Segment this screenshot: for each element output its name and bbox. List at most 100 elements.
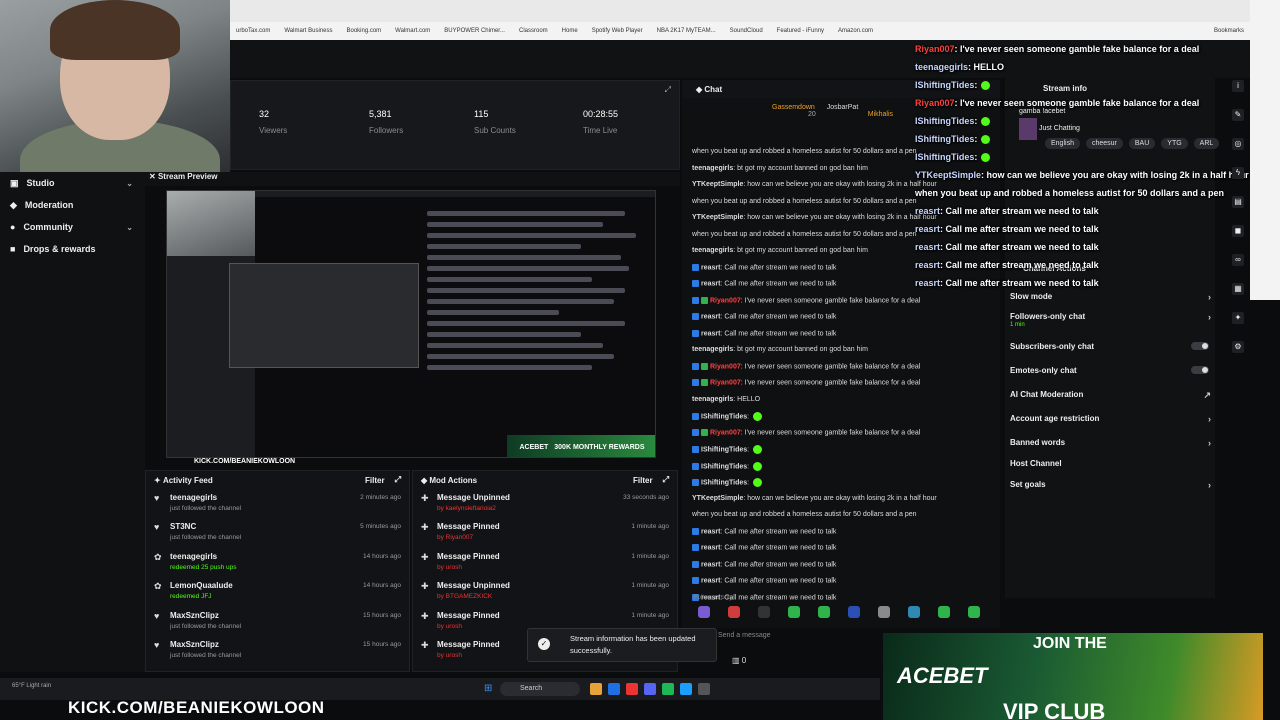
chat-message[interactable]: IShiftingTides:	[692, 445, 763, 454]
activity-row[interactable]: ♥ teenagegirls just followed the channel 2 …	[146, 489, 409, 518]
chat-message[interactable]: IShiftingTides:	[692, 478, 763, 487]
wrench-icon[interactable]: ✦	[1232, 312, 1244, 324]
bookmark-item[interactable]: Booking.com	[346, 28, 381, 34]
collapse-icon[interactable]: ✕	[149, 172, 158, 181]
chat-message[interactable]: IShiftingTides:	[692, 412, 763, 421]
chat-username[interactable]: IShiftingTides	[701, 479, 747, 486]
steam-icon[interactable]	[680, 683, 692, 695]
bookmark-item[interactable]: urboTax.com	[236, 28, 270, 34]
chat-message[interactable]: reasrt: Call me after stream we need to …	[692, 313, 836, 320]
chat-username[interactable]: reasrt	[701, 280, 720, 287]
bookmark-item[interactable]: Walmart.com	[395, 28, 430, 34]
chat-username[interactable]: IShiftingTides	[701, 413, 747, 420]
channel-points[interactable]: ▥ 0	[732, 656, 746, 665]
chat-username[interactable]: reasrt	[701, 528, 720, 535]
chat-username[interactable]: IShiftingTides	[701, 446, 747, 453]
filter-button[interactable]: Filter	[633, 476, 653, 485]
activity-row[interactable]: ♥ MaxSznClipz just followed the channel 15 …	[146, 607, 409, 636]
chat-message[interactable]: teenagegirls: bt got my account banned o…	[692, 346, 868, 353]
chat-message[interactable]: reasrt: Call me after stream we need to …	[692, 527, 836, 535]
mod-action-row[interactable]: ✚ Message Pinned by urosh 1 minute ago	[413, 548, 677, 577]
folder-icon[interactable]	[590, 683, 602, 695]
bookmark-item[interactable]: Classroom	[519, 28, 548, 34]
bookmark-item[interactable]: Amazon.com	[838, 28, 873, 34]
expand-icon[interactable]: ⤢	[665, 85, 671, 95]
chat-message[interactable]: teenagegirls: bt got my account banned o…	[692, 247, 868, 254]
spotify-icon[interactable]	[662, 683, 674, 695]
chat-message[interactable]: Riyan007: I've never seen someone gamble…	[692, 428, 920, 436]
chat-message[interactable]: when you beat up and robbed a homeless a…	[692, 198, 917, 205]
chat-username[interactable]: YTKeeptSimple	[692, 214, 743, 221]
expand-icon[interactable]: ⤢	[395, 475, 401, 485]
activity-row[interactable]: ♥ ST3NC just followed the channel 5 minutes…	[146, 518, 409, 547]
filter-button[interactable]: Filter	[365, 476, 385, 485]
chat-message[interactable]: Riyan007: I've never seen someone gamble…	[692, 296, 920, 304]
expand-icon[interactable]: ⤢	[663, 475, 669, 485]
mod-action-row[interactable]: ✚ Message Pinned by Riyan007 1 minute ago	[413, 518, 677, 547]
bookmarks-folder[interactable]: Bookmarks	[1214, 28, 1244, 34]
chat-message[interactable]: reasrt: Call me after stream we need to …	[692, 577, 836, 584]
channel-action-ai-chat-moderation[interactable]: AI Chat Moderation ↗	[1010, 390, 1215, 400]
link-icon[interactable]: ∞	[1232, 254, 1244, 266]
emote-quick-bar[interactable]	[690, 606, 1000, 620]
chat-message[interactable]: YTKeeptSimple: how can we believe you ar…	[692, 214, 937, 221]
chat-username[interactable]: YTKeeptSimple	[692, 495, 743, 502]
obs-icon[interactable]	[698, 683, 710, 695]
chat-message[interactable]: reasrt: Call me after stream we need to …	[692, 263, 836, 271]
sidebar-item-community[interactable]: ● Community ⌄	[0, 216, 145, 238]
chat-username[interactable]: IShiftingTides	[701, 463, 747, 470]
activity-row[interactable]: ✿ teenagegirls redeemed 25 push ups 14 hour…	[146, 548, 409, 577]
bookmark-item[interactable]: Walmart Business	[284, 28, 332, 34]
chat-message[interactable]: teenagegirls: HELLO	[692, 396, 760, 403]
bookmark-item[interactable]: Featured - iFunny	[777, 28, 824, 34]
chat-username[interactable]: YTKeeptSimple	[692, 181, 743, 188]
sidebar-item-moderation[interactable]: ◆ Moderation	[0, 194, 145, 216]
chat-username[interactable]: reasrt	[701, 264, 720, 271]
chat-username[interactable]: Riyan007	[710, 363, 741, 370]
channel-action-followers-only-chat[interactable]: Followers-only chat 1 min ›	[1010, 312, 1215, 328]
channel-action-banned-words[interactable]: Banned words ›	[1010, 438, 1215, 448]
chat-message[interactable]: reasrt: Call me after stream we need to …	[692, 280, 836, 287]
channel-action-account-age-restriction[interactable]: Account age restriction ›	[1010, 414, 1215, 424]
chat-username[interactable]: teenagegirls	[692, 346, 733, 353]
mod-action-row[interactable]: ✚ Message Unpinned by BTGAMEZKICK 1 minute …	[413, 577, 677, 606]
activity-row[interactable]: ✿ LemonQuaalude redeemed JFJ 14 hours ago	[146, 577, 409, 606]
channel-action-subscribers-only-chat[interactable]: Subscribers-only chat	[1010, 342, 1215, 351]
document-icon[interactable]: ▤	[1232, 196, 1244, 208]
chat-message[interactable]: when you beat up and robbed a homeless a…	[692, 231, 917, 238]
chat-username[interactable]: reasrt	[701, 561, 720, 568]
chat-username[interactable]: reasrt	[701, 544, 720, 551]
activity-row[interactable]: ♥ MaxSznClipz just followed the channel 15 …	[146, 636, 409, 665]
chat-message[interactable]: reasrt: Call me after stream we need to …	[692, 560, 836, 568]
channel-action-host-channel[interactable]: Host Channel	[1010, 459, 1215, 468]
discord-icon[interactable]	[644, 683, 656, 695]
sidebar-item-drops[interactable]: ■ Drops & rewards	[0, 238, 145, 260]
bookmark-item[interactable]: SoundCloud	[730, 28, 763, 34]
bookmark-item[interactable]: BUYPOWER Chimer...	[444, 28, 505, 34]
windows-start-icon[interactable]: ⊞	[484, 683, 492, 694]
chat-message[interactable]: YTKeeptSimple: how can we believe you ar…	[692, 495, 937, 502]
chat-username[interactable]: Riyan007	[710, 379, 741, 386]
chat-username[interactable]: Riyan007	[710, 429, 741, 436]
chat-message[interactable]: IShiftingTides:	[692, 461, 763, 471]
toggle-switch[interactable]	[1191, 342, 1209, 350]
bookmark-item[interactable]: Home	[562, 28, 578, 34]
bolt-icon[interactable]: ϟ	[1232, 167, 1244, 179]
sidebar-item-studio[interactable]: ▣ Studio ⌄	[0, 172, 145, 194]
toggle-switch[interactable]	[1191, 366, 1209, 374]
chrome-icon[interactable]	[626, 683, 638, 695]
stream-preview[interactable]: ACEBET 300K MONTHLY REWARDS	[166, 190, 656, 458]
channel-action-slow-mode[interactable]: Slow mode ›	[1010, 292, 1215, 302]
info-icon[interactable]: i	[1232, 80, 1244, 92]
chat-message[interactable]: when you beat up and robbed a homeless a…	[692, 148, 917, 155]
bookmark-item[interactable]: Spotify Web Player	[592, 28, 643, 34]
bookmark-item[interactable]: NBA 2K17 MyTEAM...	[657, 28, 716, 34]
chat-username[interactable]: teenagegirls	[692, 247, 733, 254]
pencil-icon[interactable]: ✎	[1232, 109, 1244, 121]
mod-action-row[interactable]: ✚ Message Unpinned by kaelynsleftarioia2 33…	[413, 489, 677, 518]
chat-username[interactable]: teenagegirls	[692, 396, 733, 403]
channel-action-emotes-only-chat[interactable]: Emotes-only chat	[1010, 366, 1215, 375]
chat-message[interactable]: reasrt: Call me after stream we need to …	[692, 544, 836, 551]
chat-message[interactable]: reasrt: Call me after stream we need to …	[692, 329, 836, 337]
chat-message[interactable]: YTKeeptSimple: how can we believe you ar…	[692, 181, 937, 188]
